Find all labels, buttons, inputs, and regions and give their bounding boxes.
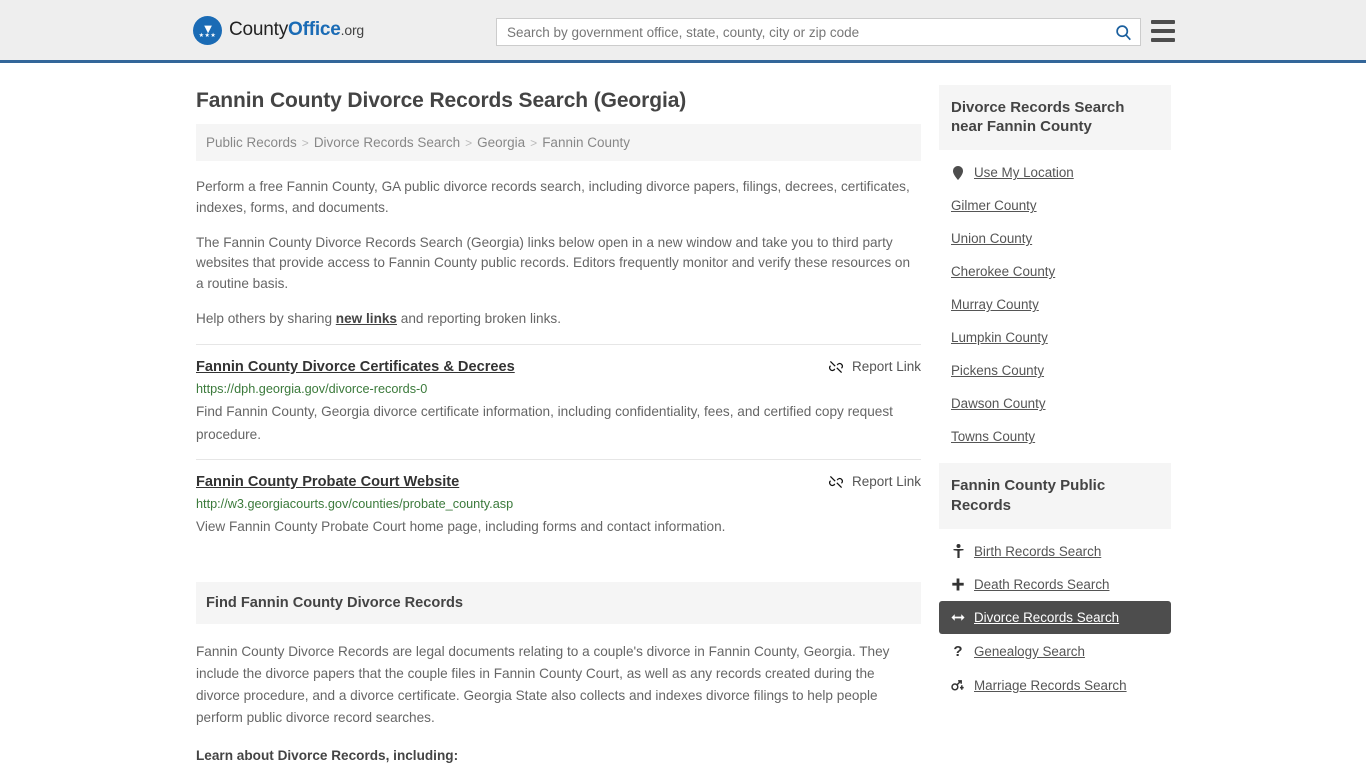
eagle-glyph: ▼ [201, 20, 215, 36]
sidebar-item-label[interactable]: Genealogy Search [974, 644, 1085, 659]
sidebar-item-divorce-records-search[interactable]: Divorce Records Search [939, 600, 1171, 634]
search-icon [1115, 24, 1131, 40]
sidebar-item-label[interactable]: Pickens County [951, 363, 1044, 378]
sidebar-item-label[interactable]: Lumpkin County [951, 330, 1048, 345]
result-item: Fannin County Divorce Certificates & Dec… [196, 343, 921, 459]
sidebar-item-towns-county[interactable]: Towns County [939, 420, 1171, 453]
logo-text-office: Office [288, 19, 341, 40]
sidebar-item-cherokee-county[interactable]: Cherokee County [939, 255, 1171, 288]
sidebar-public-records-box: Fannin County Public Records Birth Recor… [939, 463, 1171, 701]
result-description: Find Fannin County, Georgia divorce cert… [196, 404, 893, 443]
baby-icon [951, 544, 965, 559]
logo-text-org: .org [340, 22, 365, 38]
cross-icon [951, 578, 965, 591]
result-description: View Fannin County Probate Court home pa… [196, 519, 726, 534]
sidebar: Divorce Records Search near Fannin Count… [939, 63, 1171, 768]
gender-symbols-icon [951, 679, 965, 692]
learn-about-title: Learn about Divorce Records, including: [196, 748, 459, 764]
sidebar-item-union-county[interactable]: Union County [939, 222, 1171, 255]
breadcrumb-separator: > [530, 136, 538, 150]
broken-link-icon [828, 475, 843, 488]
site-logo[interactable]: ▼ ★★★ CountyOffice.org [193, 15, 364, 45]
sidebar-near-list: Use My Location Gilmer County Union Coun… [939, 150, 1171, 453]
sidebar-item-label[interactable]: Cherokee County [951, 264, 1055, 279]
sidebar-item-label[interactable]: Birth Records Search [974, 544, 1101, 559]
stars-glyph: ★★★ [198, 32, 217, 39]
result-url[interactable]: http://w3.georgiacourts.gov/counties/pro… [196, 497, 921, 511]
sidebar-item-dawson-county[interactable]: Dawson County [939, 387, 1171, 420]
broken-link-icon [828, 360, 843, 373]
breadcrumb-item-divorce-records-search[interactable]: Divorce Records Search [314, 135, 460, 150]
map-pin-icon [951, 165, 965, 180]
sidebar-item-pickens-county[interactable]: Pickens County [939, 354, 1171, 387]
search-bar [496, 18, 1141, 46]
sidebar-item-label[interactable]: Union County [951, 231, 1032, 246]
sidebar-item-label[interactable]: Towns County [951, 429, 1035, 444]
sidebar-near-heading: Divorce Records Search near Fannin Count… [939, 85, 1171, 151]
sidebar-item-marriage-records-search[interactable]: Marriage Records Search [939, 669, 1171, 702]
sidebar-item-genealogy-search[interactable]: ? Genealogy Search [939, 634, 1171, 669]
sidebar-item-label[interactable]: Dawson County [951, 396, 1046, 411]
intro-paragraph-1: Perform a free Fannin County, GA public … [196, 179, 910, 215]
find-records-body: Fannin County Divorce Records are legal … [196, 641, 921, 768]
find-records-paragraph: Fannin County Divorce Records are legal … [196, 644, 890, 726]
sidebar-item-lumpkin-county[interactable]: Lumpkin County [939, 321, 1171, 354]
search-input[interactable] [497, 19, 1106, 45]
report-link-button[interactable]: Report Link [828, 474, 921, 490]
intro-paragraph-3: Help others by sharing new links and rep… [196, 309, 921, 330]
page-title: Fannin County Divorce Records Search (Ge… [196, 89, 687, 112]
breadcrumb-item-fannin-county[interactable]: Fannin County [542, 135, 630, 150]
search-button[interactable] [1106, 19, 1140, 45]
sidebar-item-gilmer-county[interactable]: Gilmer County [939, 189, 1171, 222]
sidebar-item-birth-records-search[interactable]: Birth Records Search [939, 535, 1171, 568]
result-title-link[interactable]: Fannin County Divorce Certificates & Dec… [196, 358, 515, 376]
intro-p3-after: and reporting broken links. [397, 310, 561, 326]
logo-text-county: County [229, 19, 289, 40]
intro-text: Perform a free Fannin County, GA public … [196, 177, 921, 330]
sidebar-item-death-records-search[interactable]: Death Records Search [939, 568, 1171, 601]
result-title-link[interactable]: Fannin County Probate Court Website [196, 473, 459, 491]
breadcrumb-separator: > [465, 136, 473, 150]
sidebar-item-label[interactable]: Use My Location [974, 165, 1074, 180]
sidebar-item-label[interactable]: Marriage Records Search [974, 678, 1127, 693]
report-link-button[interactable]: Report Link [828, 359, 921, 375]
breadcrumb-item-public-records[interactable]: Public Records [206, 135, 297, 150]
hamburger-menu-icon[interactable] [1151, 20, 1175, 42]
result-item: Fannin County Probate Court Website Repo… [196, 458, 921, 551]
hamburger-bar-3 [1151, 38, 1175, 42]
logo-text: CountyOffice.org [229, 19, 364, 41]
page-body: Fannin County Divorce Records Search (Ge… [0, 63, 1366, 768]
intro-paragraph-2: The Fannin County Divorce Records Search… [196, 234, 911, 292]
content-container: Fannin County Divorce Records Search (Ge… [188, 63, 1178, 768]
main-column: Fannin County Divorce Records Search (Ge… [196, 63, 921, 768]
county-office-logo-icon: ▼ ★★★ [193, 15, 222, 45]
sidebar-near-box: Divorce Records Search near Fannin Count… [939, 85, 1171, 453]
result-header: Fannin County Divorce Certificates & Dec… [196, 358, 921, 376]
sidebar-item-use-my-location[interactable]: Use My Location [939, 156, 1171, 189]
sidebar-item-label[interactable]: Death Records Search [974, 577, 1109, 592]
site-header: ▼ ★★★ CountyOffice.org [0, 0, 1366, 63]
breadcrumb-separator: > [301, 136, 309, 150]
hamburger-bar-1 [1151, 20, 1175, 24]
intro-p3-before: Help others by sharing [196, 310, 336, 326]
breadcrumb-item-georgia[interactable]: Georgia [477, 135, 525, 150]
sidebar-item-label[interactable]: Gilmer County [951, 198, 1037, 213]
sidebar-item-label[interactable]: Murray County [951, 297, 1039, 312]
new-links-link[interactable]: new links [336, 311, 397, 326]
sidebar-item-murray-county[interactable]: Murray County [939, 288, 1171, 321]
find-records-heading: Find Fannin County Divorce Records [196, 582, 921, 625]
hamburger-bar-2 [1151, 29, 1175, 33]
breadcrumb: Public Records > Divorce Records Search > Ge… [196, 124, 921, 161]
sidebar-public-records-list: Birth Records Search Death Records Searc… [939, 529, 1171, 702]
sidebar-item-label[interactable]: Divorce Records Search [974, 610, 1119, 625]
sidebar-public-records-heading: Fannin County Public Records [939, 463, 1171, 529]
report-link-label: Report Link [851, 359, 921, 375]
result-url[interactable]: https://dph.georgia.gov/divorce-records-… [196, 382, 921, 396]
double-arrow-icon [951, 612, 965, 623]
report-link-label: Report Link [851, 474, 921, 490]
result-header: Fannin County Probate Court Website Repo… [196, 473, 921, 491]
question-mark-icon: ? [953, 642, 963, 660]
